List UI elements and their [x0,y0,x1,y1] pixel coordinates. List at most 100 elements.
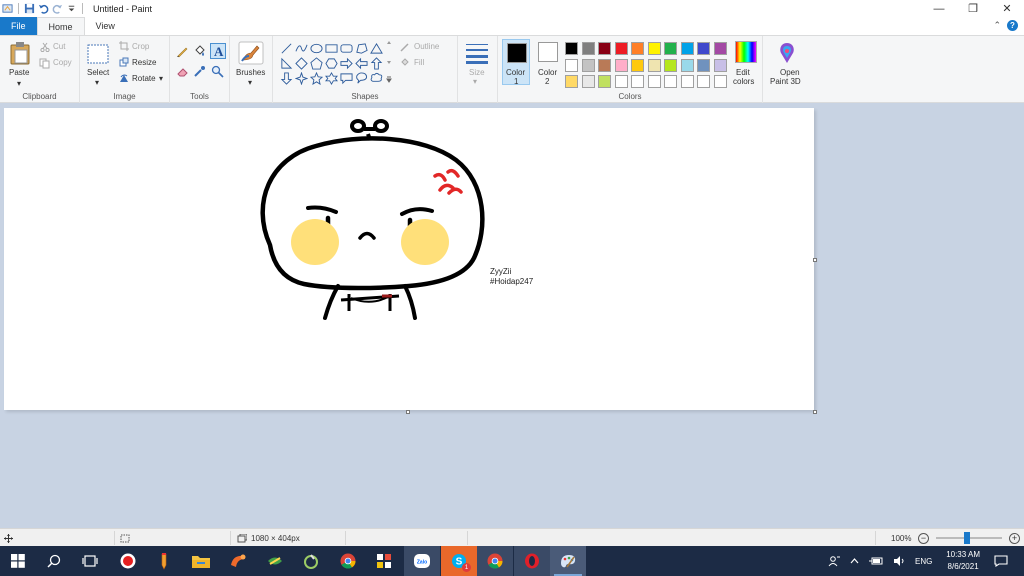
paint3d-icon[interactable] [777,41,797,65]
zoom-slider-thumb[interactable] [964,532,970,544]
palette-color-swatch[interactable] [713,75,727,88]
palette-color-swatch[interactable] [631,75,644,88]
brushes-label[interactable]: Brushes [236,68,265,77]
palette-color-swatch[interactable] [680,75,694,88]
taskbar-file-explorer[interactable] [183,546,219,576]
resize-button[interactable]: Resize [132,58,156,67]
taskbar-chrome[interactable] [330,546,366,576]
edit-colors-line2[interactable]: colors [733,77,754,86]
save-icon[interactable] [24,3,35,14]
outline-button[interactable]: Outline [414,42,439,51]
paint3d-line1[interactable]: Open [780,68,800,77]
palette-color-swatch[interactable] [647,75,661,88]
rotate-button[interactable]: Rotate [132,74,156,83]
taskbar-app-lime[interactable] [293,546,329,576]
cut-button[interactable]: Cut [53,42,65,51]
palette-color-swatch[interactable] [581,42,595,55]
taskbar-chrome-2[interactable] [477,546,513,576]
size-dropdown-icon[interactable]: ▾ [473,77,477,86]
size-label[interactable]: Size [469,68,485,77]
up-arrow-shape-button[interactable] [369,56,384,71]
rotate-dropdown-icon[interactable]: ▾ [159,74,163,83]
palette-color-swatch[interactable] [598,42,611,55]
taskbar-app-grid[interactable] [366,546,402,576]
drawing-canvas[interactable]: ZyyZii #Hoidap247 [4,108,814,410]
down-arrow-shape-button[interactable] [279,71,294,86]
diamond-shape-button[interactable] [294,56,309,71]
triangle-shape-button[interactable] [369,41,384,56]
eraser-icon[interactable] [176,65,189,78]
pentagon-shape-button[interactable] [309,56,324,71]
paint3d-line2[interactable]: Paint 3D [770,77,801,86]
palette-color-swatch[interactable] [664,42,677,55]
five-point-star-shape-button[interactable] [309,71,324,86]
curve-shape-button[interactable] [294,41,309,56]
palette-color-swatch[interactable] [697,42,710,55]
paste-dropdown-icon[interactable]: ▾ [17,79,21,88]
size-icon[interactable] [465,42,489,64]
restore-button[interactable]: ❐ [956,0,990,17]
palette-color-swatch[interactable] [664,58,677,72]
taskbar-app-green[interactable] [257,546,293,576]
resize-handle-bottom[interactable] [406,410,410,414]
rounded-rect-shape-button[interactable] [339,41,354,56]
brushes-dropdown-icon[interactable]: ▾ [248,78,252,87]
magnifier-icon[interactable] [211,65,224,78]
palette-color-swatch[interactable] [713,58,727,72]
taskbar-record-app[interactable] [110,546,146,576]
fill-bucket-icon[interactable] [193,45,206,58]
minimize-button[interactable]: — [922,0,956,17]
action-center-button[interactable] [984,546,1018,576]
paint-app-icon[interactable] [2,3,13,14]
copy-button[interactable]: Copy [53,58,72,67]
taskbar-skype[interactable]: S 1 [441,546,477,576]
palette-color-swatch[interactable] [697,58,710,72]
palette-color-swatch[interactable] [697,75,710,88]
palette-color-swatch[interactable] [680,58,694,72]
palette-color-swatch[interactable] [680,42,694,55]
battery-icon[interactable] [869,556,883,566]
undo-icon[interactable] [38,3,49,14]
cloud-callout-shape-button[interactable] [369,71,384,86]
paste-label[interactable]: Paste [9,68,29,77]
zoom-in-button[interactable]: + [1009,533,1020,544]
palette-color-swatch[interactable] [581,58,595,72]
people-icon[interactable] [828,555,840,567]
zoom-out-button[interactable]: − [918,533,929,544]
taskbar-zalo[interactable]: Zalo [404,546,440,576]
tab-home[interactable]: Home [36,17,85,35]
left-arrow-shape-button[interactable] [354,56,369,71]
oval-callout-shape-button[interactable] [354,71,369,86]
palette-color-swatch[interactable] [565,58,578,72]
right-arrow-shape-button[interactable] [339,56,354,71]
taskbar-pencil-app[interactable] [146,546,182,576]
palette-color-swatch[interactable] [631,58,644,72]
palette-color-swatch[interactable] [713,42,727,55]
system-clock[interactable]: 10:33 AM 8/6/2021 [946,549,980,573]
rect-callout-shape-button[interactable] [339,71,354,86]
palette-color-swatch[interactable] [581,75,595,88]
line-shape-button[interactable] [279,41,294,56]
fill-button[interactable]: Fill [414,58,424,67]
tab-view[interactable]: View [85,17,126,35]
search-button[interactable] [36,546,72,576]
resize-handle-right[interactable] [813,258,817,262]
help-icon[interactable]: ? [1007,20,1018,31]
palette-color-swatch[interactable] [598,58,611,72]
palette-color-swatch[interactable] [647,58,661,72]
task-view-button[interactable] [72,546,108,576]
brush-icon[interactable] [238,41,264,65]
taskbar-app-orange[interactable] [220,546,256,576]
oval-shape-button[interactable] [309,41,324,56]
polygon-shape-button[interactable] [354,41,369,56]
edit-colors-icon[interactable] [735,41,757,63]
resize-handle-corner[interactable] [813,410,817,414]
palette-color-swatch[interactable] [631,42,644,55]
palette-color-swatch[interactable] [598,75,611,88]
taskbar-opera[interactable] [514,546,550,576]
palette-color-swatch[interactable] [565,75,578,88]
rectangle-shape-button[interactable] [324,41,339,56]
taskbar-paint[interactable] [550,546,586,576]
start-button[interactable] [0,546,36,576]
palette-color-swatch[interactable] [614,58,628,72]
